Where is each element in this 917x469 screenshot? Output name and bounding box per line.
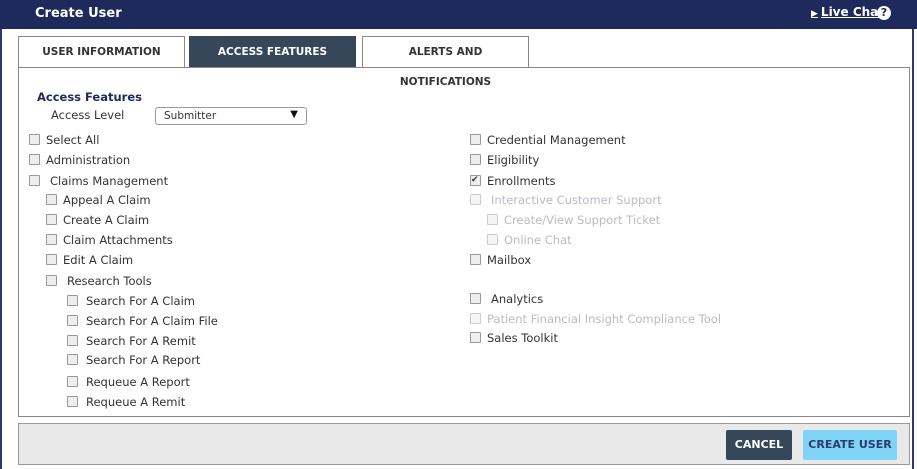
checkbox-icon[interactable] [487, 234, 498, 245]
checkbox-enrollments[interactable]: Enrollments [470, 173, 556, 188]
checkbox-search-for-a-report[interactable]: Search For A Report [67, 353, 200, 367]
access-level-label: Access Level [51, 108, 125, 122]
checkbox-icon[interactable] [67, 295, 78, 306]
create-user-button[interactable]: CREATE USER [803, 430, 897, 460]
access-level-value: Submitter [164, 110, 217, 122]
checkbox-icon[interactable] [470, 293, 481, 304]
checkbox-select-all[interactable]: Select All [29, 133, 99, 147]
checkbox-icon[interactable] [67, 335, 78, 346]
checkbox-claims-management[interactable]: Claims Management [29, 174, 168, 188]
checkbox-icon[interactable] [46, 234, 57, 245]
checkbox-icon[interactable] [67, 396, 78, 407]
section-title: Access Features [37, 90, 142, 104]
checkbox-icon[interactable] [46, 275, 57, 286]
checkbox-icon[interactable] [487, 214, 498, 225]
checkbox-icon[interactable] [29, 154, 40, 165]
checkbox-icon[interactable] [470, 154, 481, 165]
checkbox-icon[interactable] [470, 332, 481, 343]
checkbox-search-for-a-claim[interactable]: Search For A Claim [67, 294, 195, 308]
checkbox-icon[interactable] [470, 134, 481, 145]
checkbox-appeal-a-claim[interactable]: Appeal A Claim [46, 193, 151, 207]
checkbox-icon[interactable] [470, 173, 481, 187]
checkbox-patient-financial-insight[interactable]: Patient Financial Insight Compliance Too… [470, 312, 721, 326]
checkbox-administration[interactable]: Administration [29, 153, 130, 167]
title-bar: Create User ▶ Live Chat ? [0, 0, 917, 29]
caret-down-icon: ▼ [290, 109, 298, 120]
checkbox-icon[interactable] [67, 376, 78, 387]
checkbox-create-a-claim[interactable]: Create A Claim [46, 213, 149, 227]
checkbox-research-tools[interactable]: Research Tools [46, 274, 152, 288]
checkbox-edit-a-claim[interactable]: Edit A Claim [46, 253, 133, 267]
tab-alerts-notifications[interactable]: ALERTS AND NOTIFICATIONS [362, 36, 529, 88]
checkbox-credential-management[interactable]: Credential Management [470, 133, 626, 147]
checkbox-search-for-a-remit[interactable]: Search For A Remit [67, 334, 196, 348]
checkbox-icon[interactable] [46, 194, 57, 205]
live-chat-label: Live Chat [820, 5, 885, 19]
checkbox-icon[interactable] [67, 315, 78, 326]
checkbox-search-for-a-claim-file[interactable]: Search For A Claim File [67, 314, 218, 328]
checkbox-eligibility[interactable]: Eligibility [470, 153, 539, 167]
checkbox-icon[interactable] [470, 313, 481, 324]
live-chat-link[interactable]: ▶ Live Chat [811, 5, 884, 19]
tab-access-features[interactable]: ACCESS FEATURES [189, 36, 356, 67]
checkbox-icon[interactable] [470, 194, 481, 205]
checkbox-online-chat[interactable]: Online Chat [487, 233, 572, 247]
help-icon[interactable]: ? [877, 6, 891, 20]
checkbox-icon[interactable] [46, 254, 57, 265]
checkbox-interactive-customer-support[interactable]: Interactive Customer Support [470, 193, 662, 207]
checkbox-analytics[interactable]: Analytics [470, 292, 543, 306]
checkbox-create-view-support-ticket[interactable]: Create/View Support Ticket [487, 213, 660, 227]
checkbox-requeue-a-remit[interactable]: Requeue A Remit [67, 395, 185, 409]
access-level-select[interactable]: Submitter ▼ [155, 107, 307, 125]
checkbox-claim-attachments[interactable]: Claim Attachments [46, 233, 173, 247]
checkbox-mailbox[interactable]: Mailbox [470, 253, 531, 267]
dialog-title: Create User [35, 6, 122, 21]
play-arrow-icon: ▶ [811, 9, 818, 19]
tab-user-information[interactable]: USER INFORMATION [18, 36, 185, 67]
checkbox-icon[interactable] [29, 175, 40, 186]
cancel-button[interactable]: CANCEL [726, 430, 792, 460]
checkbox-icon[interactable] [46, 214, 57, 225]
checkbox-icon[interactable] [470, 254, 481, 265]
checkbox-sales-toolkit[interactable]: Sales Toolkit [470, 331, 558, 345]
checkbox-requeue-a-report[interactable]: Requeue A Report [67, 375, 190, 389]
checkbox-icon[interactable] [29, 134, 40, 145]
checkbox-icon[interactable] [67, 354, 78, 365]
